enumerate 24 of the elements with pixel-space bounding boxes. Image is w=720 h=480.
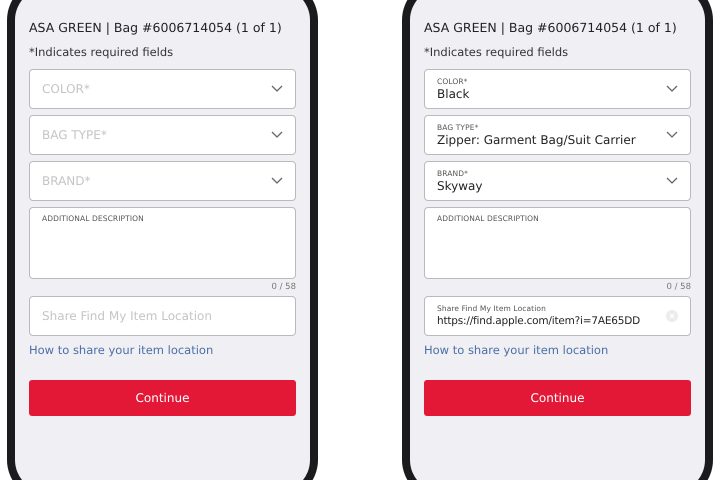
continue-button[interactable]: Continue — [424, 380, 691, 416]
chevron-down-icon — [271, 177, 283, 185]
help-link[interactable]: How to share your item location — [424, 342, 608, 358]
field-placeholder: COLOR* — [42, 82, 91, 96]
field-value: Zipper: Garment Bag/Suit Carrier — [437, 132, 637, 148]
field-value: https://find.apple.com/item?i=7AE65DD — [437, 314, 641, 328]
chevron-down-icon — [666, 131, 678, 139]
chevron-down-icon — [271, 85, 283, 93]
field-placeholder: BAG TYPE* — [42, 128, 108, 142]
required-note: *Indicates required fields — [29, 44, 174, 60]
character-counter: 0 / 58 — [272, 282, 296, 292]
chevron-down-icon — [666, 85, 678, 93]
bag-header: ASA GREEN | Bag #6006714054 (1 of 1) — [29, 19, 283, 37]
field-value: Black — [437, 86, 470, 102]
chevron-down-icon — [271, 131, 283, 139]
continue-button[interactable]: Continue — [29, 380, 296, 416]
required-note: *Indicates required fields — [424, 44, 570, 60]
field-placeholder: BRAND* — [42, 174, 92, 188]
help-link[interactable]: How to share your item location — [29, 342, 214, 358]
field-placeholder: Share Find My Item Location — [42, 309, 213, 323]
character-counter: 0 / 58 — [666, 282, 691, 292]
chevron-down-icon — [666, 177, 678, 185]
bag-header: ASA GREEN | Bag #6006714054 (1 of 1) — [424, 19, 678, 37]
field-value: Skyway — [437, 178, 484, 194]
